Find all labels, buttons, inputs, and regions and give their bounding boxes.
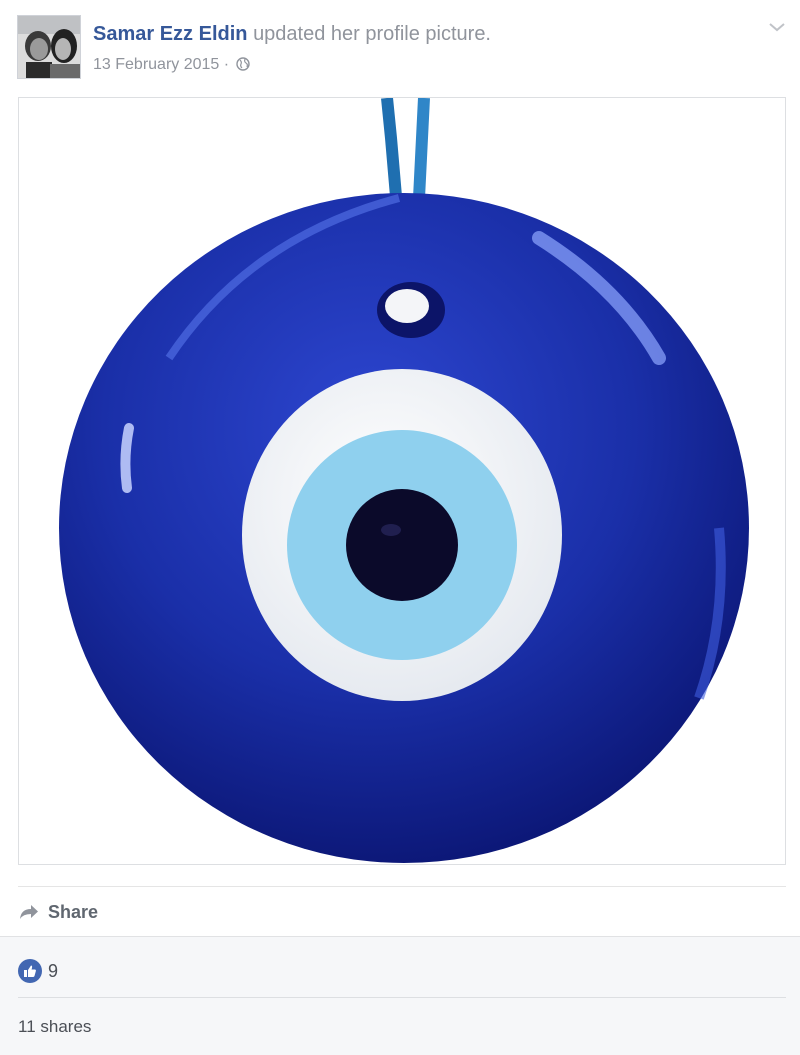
share-label: Share bbox=[48, 901, 99, 922]
post-header: Samar Ezz Eldin updated her profile pict… bbox=[0, 0, 800, 96]
share-button[interactable]: Share bbox=[18, 898, 98, 926]
thumbs-up-icon bbox=[18, 959, 42, 983]
post-action-text: updated her profile picture. bbox=[253, 23, 491, 45]
avatar[interactable] bbox=[17, 15, 81, 79]
share-count-link[interactable]: 11 shares bbox=[18, 1017, 91, 1037]
post-card: Samar Ezz Eldin updated her profile pict… bbox=[0, 0, 800, 1055]
post-headline: Samar Ezz Eldin updated her profile pict… bbox=[93, 22, 491, 46]
chevron-down-icon[interactable] bbox=[766, 18, 788, 36]
post-photo[interactable] bbox=[18, 97, 786, 865]
post-date-link[interactable]: 13 February 2015 bbox=[93, 56, 219, 73]
like-count-value: 9 bbox=[48, 960, 59, 981]
meta-separator: · bbox=[223, 56, 230, 73]
actions-divider bbox=[18, 886, 786, 887]
like-count[interactable]: 9 bbox=[18, 959, 58, 983]
share-arrow-icon bbox=[20, 905, 38, 919]
footer-divider bbox=[18, 997, 786, 998]
globe-icon[interactable] bbox=[235, 57, 250, 77]
post-meta: 13 February 2015 · bbox=[93, 55, 250, 77]
author-name-link[interactable]: Samar Ezz Eldin bbox=[93, 23, 248, 45]
stats-footer: 9 11 shares bbox=[0, 936, 800, 1055]
